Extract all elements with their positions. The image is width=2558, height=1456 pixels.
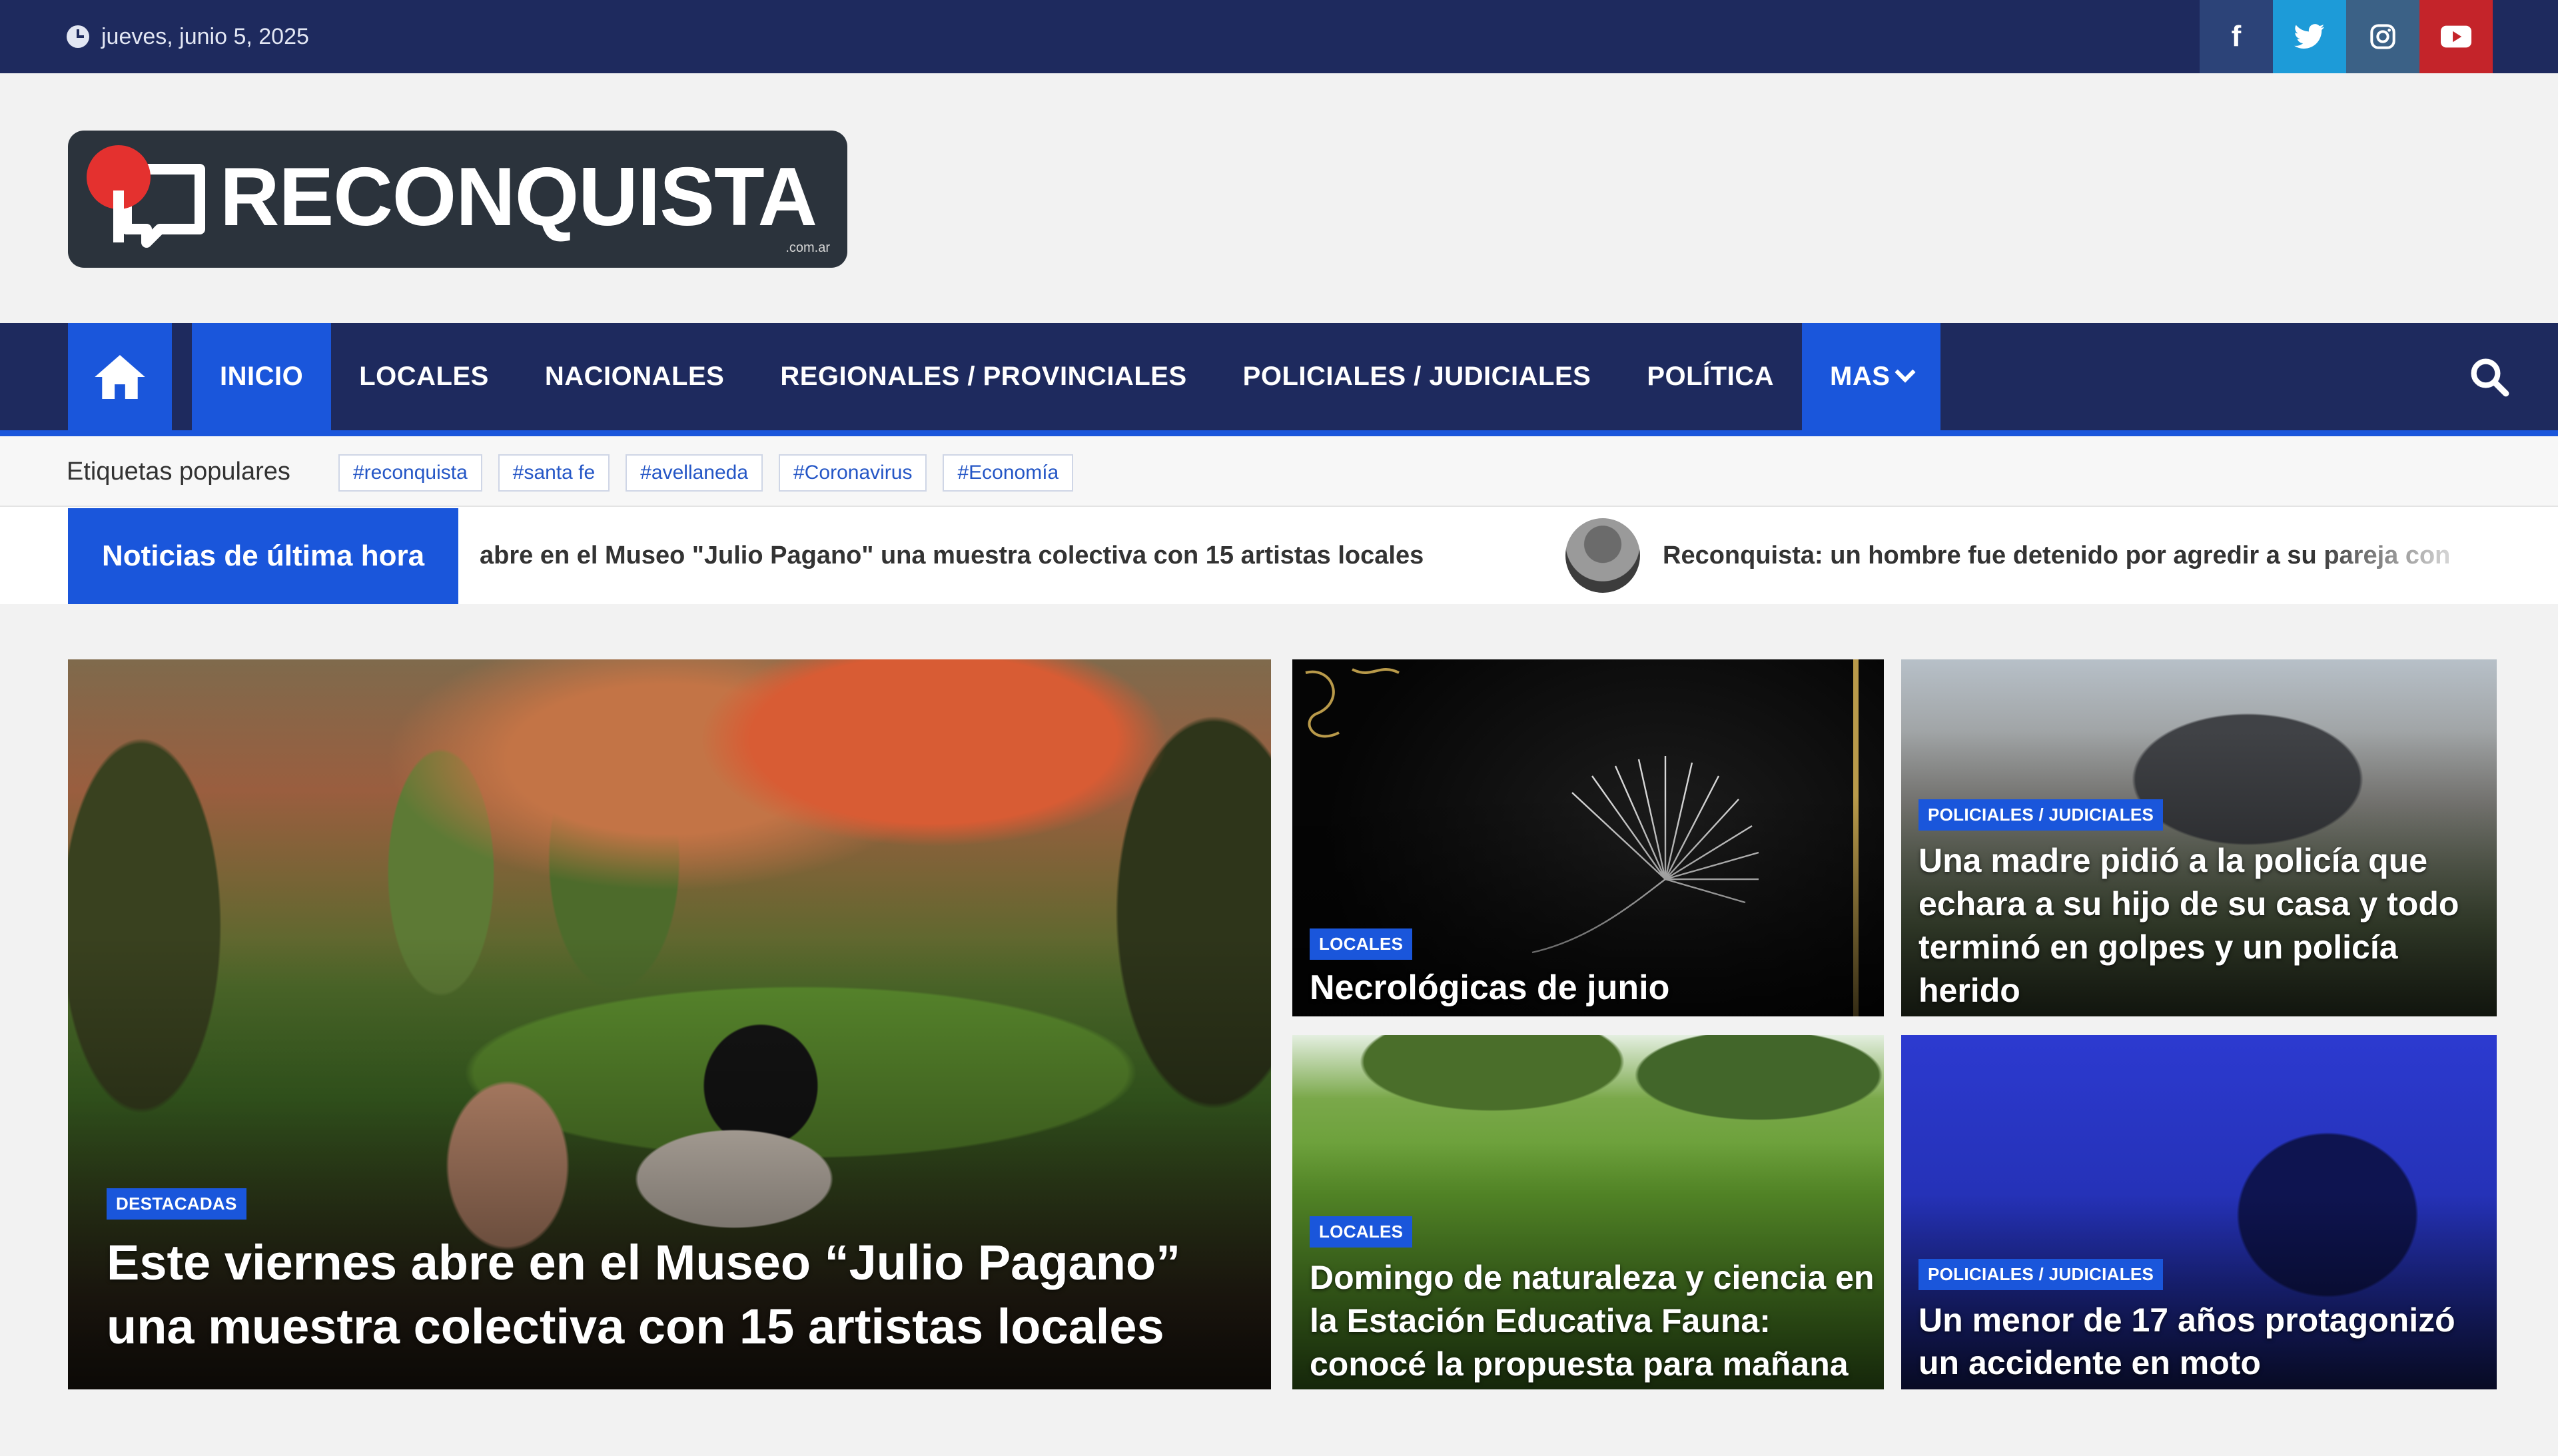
category-badge[interactable]: POLICIALES / JUDICIALES: [1918, 1259, 2164, 1290]
popular-tags-bar: Etiquetas populares #reconquista #santa …: [0, 436, 2558, 507]
nav-item-regionales[interactable]: REGIONALES / PROVINCIALES: [752, 323, 1214, 430]
popular-tags-label: Etiquetas populares: [67, 457, 290, 486]
home-icon: [95, 354, 145, 399]
article-headline[interactable]: Domingo de naturaleza y ciencia en la Es…: [1310, 1256, 1883, 1386]
article-headline[interactable]: Un menor de 17 años protagonizó un accid…: [1918, 1299, 2491, 1384]
site-logo[interactable]: RECONQUISTA .com.ar: [68, 131, 847, 268]
youtube-icon[interactable]: [2419, 0, 2493, 73]
breaking-news-ticker: Noticias de última hora abre en el Museo…: [0, 507, 2558, 604]
chevron-down-icon: [1895, 361, 1916, 382]
featured-article-madre[interactable]: POLICIALES / JUDICIALES Una madre pidió …: [1901, 659, 2497, 1016]
ticker-item[interactable]: abre en el Museo "Julio Pagano" una mues…: [480, 507, 1424, 604]
nav-menu: INICIO LOCALES NACIONALES REGIONALES / P…: [192, 323, 1941, 430]
clock-icon: [67, 25, 89, 48]
category-badge[interactable]: POLICIALES / JUDICIALES: [1918, 799, 2164, 831]
article-headline[interactable]: Necrológicas de junio: [1310, 967, 1669, 1008]
ticker-item-text: abre en el Museo "Julio Pagano" una mues…: [480, 541, 1424, 569]
tag-economia[interactable]: #Economía: [943, 454, 1074, 492]
nav-item-mas-label: MAS: [1830, 362, 1891, 391]
tag-avellaneda[interactable]: #avellaneda: [626, 454, 763, 492]
nav-item-policiales[interactable]: POLICIALES / JUDICIALES: [1215, 323, 1619, 430]
tag-reconquista[interactable]: #reconquista: [338, 454, 482, 492]
logo-text: RECONQUISTA: [220, 151, 817, 243]
instagram-icon[interactable]: [2346, 0, 2419, 73]
site-header: RECONQUISTA .com.ar: [0, 73, 2558, 323]
twitter-icon[interactable]: [2273, 0, 2346, 73]
nav-item-nacionales[interactable]: NACIONALES: [517, 323, 752, 430]
nav-item-mas[interactable]: MAS: [1802, 323, 1941, 430]
home-button[interactable]: [68, 323, 172, 430]
logo-mark-icon: [87, 145, 205, 248]
tag-coronavirus[interactable]: #Coronavirus: [779, 454, 927, 492]
category-badge[interactable]: LOCALES: [1310, 928, 1413, 960]
article-headline[interactable]: Este viernes abre en el Museo “Julio Pag…: [107, 1231, 1239, 1359]
tag-list: #reconquista #santa fe #avellaneda #Coro…: [338, 454, 1074, 492]
date-text: jueves, junio 5, 2025: [101, 23, 309, 49]
featured-article-main[interactable]: DESTACADAS Este viernes abre en el Museo…: [68, 659, 1271, 1389]
social-links: f: [2200, 0, 2493, 73]
current-date: jueves, junio 5, 2025: [67, 0, 309, 73]
search-icon[interactable]: [2467, 355, 2511, 399]
tag-santa-fe[interactable]: #santa fe: [498, 454, 610, 492]
category-badge[interactable]: DESTACADAS: [107, 1188, 246, 1220]
breaking-news-label: Noticias de última hora: [68, 508, 458, 604]
logo-domain: .com.ar: [785, 240, 830, 255]
nav-item-locales[interactable]: LOCALES: [331, 323, 517, 430]
featured-article-necrologicas[interactable]: LOCALES Necrológicas de junio: [1292, 659, 1884, 1016]
facebook-icon[interactable]: f: [2200, 0, 2273, 73]
nav-item-inicio[interactable]: INICIO: [192, 323, 332, 430]
top-bar: jueves, junio 5, 2025 f: [0, 0, 2558, 73]
ticker-track: abre en el Museo "Julio Pagano" una mues…: [480, 507, 2485, 604]
nav-item-politica[interactable]: POLÍTICA: [1619, 323, 1802, 430]
ticker-thumbnail: [1565, 518, 1640, 593]
featured-article-menor[interactable]: POLICIALES / JUDICIALES Un menor de 17 a…: [1901, 1035, 2497, 1389]
ticker-fade: [2312, 507, 2485, 604]
featured-article-domingo[interactable]: LOCALES Domingo de naturaleza y ciencia …: [1292, 1035, 1884, 1389]
article-headline[interactable]: Una madre pidió a la policía que echara …: [1918, 839, 2491, 1012]
main-nav: INICIO LOCALES NACIONALES REGIONALES / P…: [0, 323, 2558, 436]
category-badge[interactable]: LOCALES: [1310, 1216, 1413, 1248]
